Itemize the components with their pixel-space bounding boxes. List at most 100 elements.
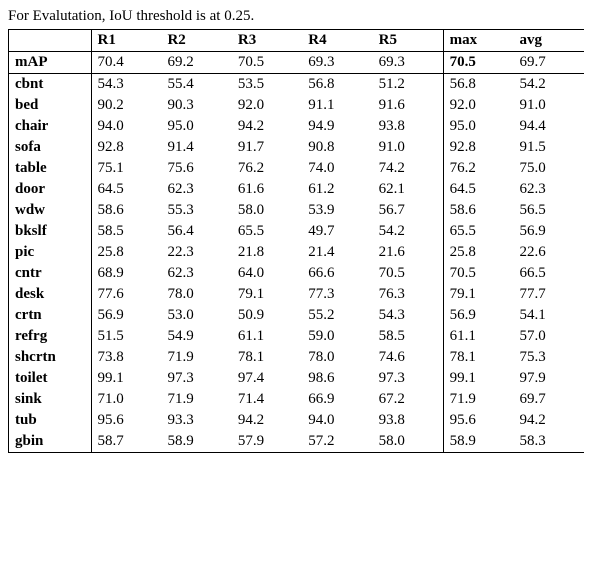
cell-value: 55.3: [161, 200, 231, 221]
cell-value: 97.3: [161, 368, 231, 389]
table-header-row: R1 R2 R3 R4 R5 max avg: [9, 30, 585, 52]
cell-avg: 56.9: [513, 221, 584, 242]
cell-value: 71.9: [161, 347, 231, 368]
cell-value: 97.3: [373, 368, 443, 389]
cell-value: 97.4: [232, 368, 302, 389]
cell-value: 71.0: [91, 389, 161, 410]
cell-value: 91.7: [232, 137, 302, 158]
table-row: bed90.290.392.091.191.692.091.0: [9, 95, 585, 116]
table-row: sofa92.891.491.790.891.092.891.5: [9, 137, 585, 158]
cell-avg: 94.4: [513, 116, 584, 137]
cell-value: 74.6: [373, 347, 443, 368]
cell-value: 70.4: [91, 52, 161, 74]
cell-value: 94.2: [232, 410, 302, 431]
cell-max: 56.8: [443, 74, 513, 96]
cell-value: 94.0: [91, 116, 161, 137]
row-label: cntr: [9, 263, 92, 284]
table-body: mAP70.469.270.569.369.370.569.7cbnt54.35…: [9, 52, 585, 453]
cell-value: 90.2: [91, 95, 161, 116]
table-row: gbin58.758.957.957.258.058.958.3: [9, 431, 585, 453]
cell-value: 70.5: [373, 263, 443, 284]
cell-value: 69.3: [302, 52, 372, 74]
cell-avg: 54.1: [513, 305, 584, 326]
cell-value: 58.7: [91, 431, 161, 453]
cell-value: 71.4: [232, 389, 302, 410]
cell-value: 71.9: [161, 389, 231, 410]
table-row: crtn56.953.050.955.254.356.954.1: [9, 305, 585, 326]
cell-value: 79.1: [232, 284, 302, 305]
cell-value: 62.3: [161, 263, 231, 284]
cell-value: 94.0: [302, 410, 372, 431]
cell-value: 59.0: [302, 326, 372, 347]
cell-value: 91.6: [373, 95, 443, 116]
cell-max: 70.5: [443, 263, 513, 284]
cell-value: 51.5: [91, 326, 161, 347]
col-header-max: max: [443, 30, 513, 52]
cell-value: 77.6: [91, 284, 161, 305]
cell-max: 25.8: [443, 242, 513, 263]
cell-avg: 97.9: [513, 368, 584, 389]
cell-value: 54.3: [91, 74, 161, 96]
cell-value: 66.6: [302, 263, 372, 284]
cell-value: 67.2: [373, 389, 443, 410]
cell-value: 90.8: [302, 137, 372, 158]
cell-avg: 56.5: [513, 200, 584, 221]
row-label: sofa: [9, 137, 92, 158]
cell-value: 94.2: [232, 116, 302, 137]
cell-value: 55.2: [302, 305, 372, 326]
cell-value: 91.0: [373, 137, 443, 158]
cell-value: 78.0: [161, 284, 231, 305]
cell-value: 57.2: [302, 431, 372, 453]
cell-value: 93.8: [373, 116, 443, 137]
row-label: refrg: [9, 326, 92, 347]
cell-avg: 69.7: [513, 389, 584, 410]
row-label: cbnt: [9, 74, 92, 96]
cell-avg: 94.2: [513, 410, 584, 431]
row-label: table: [9, 158, 92, 179]
cell-value: 78.1: [232, 347, 302, 368]
cell-value: 53.0: [161, 305, 231, 326]
cell-max: 64.5: [443, 179, 513, 200]
cell-value: 76.2: [232, 158, 302, 179]
table-row: chair94.095.094.294.993.895.094.4: [9, 116, 585, 137]
table-row: door64.562.361.661.262.164.562.3: [9, 179, 585, 200]
cell-value: 91.4: [161, 137, 231, 158]
table-row: toilet99.197.397.498.697.399.197.9: [9, 368, 585, 389]
cell-value: 64.0: [232, 263, 302, 284]
cell-value: 78.0: [302, 347, 372, 368]
cell-value: 93.3: [161, 410, 231, 431]
table-row: sink71.071.971.466.967.271.969.7: [9, 389, 585, 410]
col-header-r3: R3: [232, 30, 302, 52]
cell-value: 62.1: [373, 179, 443, 200]
cell-max: 70.5: [443, 52, 513, 74]
cell-value: 94.9: [302, 116, 372, 137]
cell-value: 58.5: [373, 326, 443, 347]
row-label: bed: [9, 95, 92, 116]
cell-max: 92.8: [443, 137, 513, 158]
cell-value: 74.2: [373, 158, 443, 179]
cell-value: 74.0: [302, 158, 372, 179]
table-row: cbnt54.355.453.556.851.256.854.2: [9, 74, 585, 96]
table-row: refrg51.554.961.159.058.561.157.0: [9, 326, 585, 347]
table-row: mAP70.469.270.569.369.370.569.7: [9, 52, 585, 74]
cell-value: 66.9: [302, 389, 372, 410]
col-header-blank: [9, 30, 92, 52]
cell-value: 70.5: [232, 52, 302, 74]
cell-value: 57.9: [232, 431, 302, 453]
row-label: shcrtn: [9, 347, 92, 368]
cell-value: 95.6: [91, 410, 161, 431]
cell-value: 54.3: [373, 305, 443, 326]
table-row: pic25.822.321.821.421.625.822.6: [9, 242, 585, 263]
cell-value: 99.1: [91, 368, 161, 389]
cell-avg: 91.0: [513, 95, 584, 116]
cell-max: 58.9: [443, 431, 513, 453]
cell-avg: 75.3: [513, 347, 584, 368]
row-label: chair: [9, 116, 92, 137]
cell-value: 61.2: [302, 179, 372, 200]
cell-value: 68.9: [91, 263, 161, 284]
col-header-r1: R1: [91, 30, 161, 52]
cell-value: 53.9: [302, 200, 372, 221]
cell-max: 92.0: [443, 95, 513, 116]
cell-value: 91.1: [302, 95, 372, 116]
cell-max: 58.6: [443, 200, 513, 221]
